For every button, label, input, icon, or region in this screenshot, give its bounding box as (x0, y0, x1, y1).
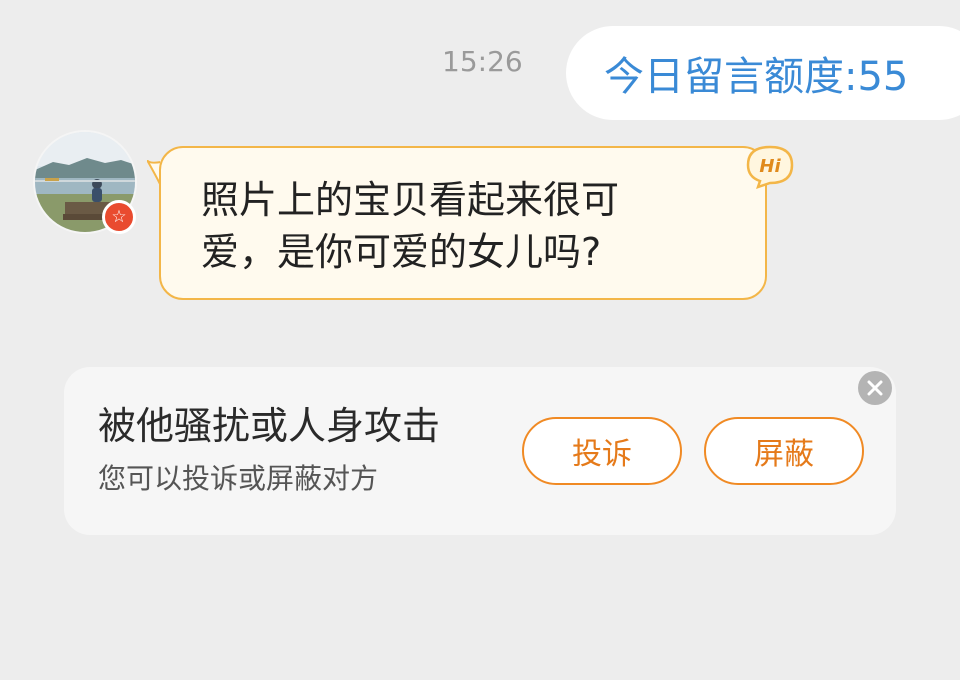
received-message-bubble[interactable]: 照片上的宝贝看起来很可爱，是你可爱的女儿吗? (159, 146, 767, 300)
report-button[interactable]: 投诉 (522, 417, 682, 485)
harassment-report-card: 被他骚扰或人身攻击 您可以投诉或屏蔽对方 投诉 屏蔽 (64, 367, 896, 535)
message-timestamp: 15:26 (442, 45, 523, 78)
message-text: 照片上的宝贝看起来很可爱，是你可爱的女儿吗? (201, 178, 620, 274)
daily-quota-label: 今日留言额度:55 (604, 54, 909, 100)
report-card-title: 被他骚扰或人身攻击 (98, 404, 441, 448)
hi-badge-text: Hi (759, 156, 781, 177)
star-badge-icon: ☆ (102, 200, 136, 234)
close-x-glyph (867, 380, 883, 396)
chat-screen: 15:26 今日留言额度:55 ☆ 照片上的宝贝看起来很可爱，是你可爱的女儿吗? (0, 0, 960, 680)
report-card-subtitle: 您可以投诉或屏蔽对方 (98, 462, 379, 495)
hi-badge-icon: Hi (742, 143, 798, 189)
close-icon[interactable] (858, 371, 892, 405)
block-button[interactable]: 屏蔽 (704, 417, 864, 485)
daily-quota-pill: 今日留言额度:55 (566, 26, 960, 120)
